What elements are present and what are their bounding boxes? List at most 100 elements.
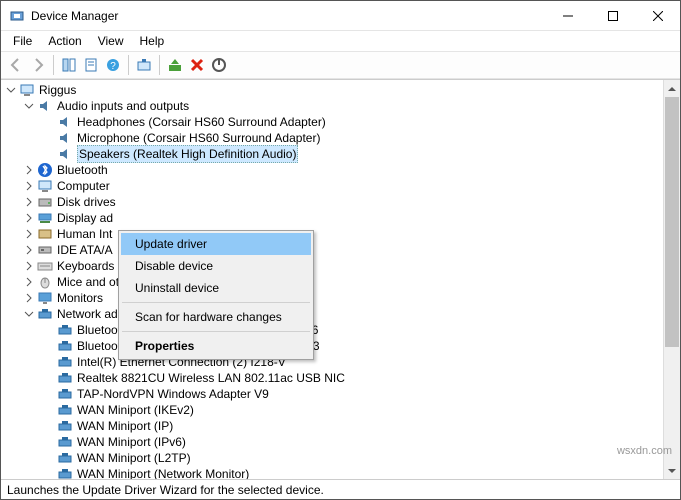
audio-icon (57, 130, 73, 146)
context-update-driver[interactable]: Update driver (121, 233, 311, 255)
close-button[interactable] (635, 1, 680, 31)
tree-root[interactable]: Riggus (1, 82, 662, 98)
chevron-right-icon[interactable] (23, 292, 35, 304)
audio-icon (37, 98, 53, 114)
network-icon (57, 322, 73, 338)
tree-device-network[interactable]: WAN Miniport (IKEv2) (1, 402, 662, 418)
network-icon (57, 450, 73, 466)
chevron-right-icon[interactable] (23, 164, 35, 176)
chevron-down-icon[interactable] (5, 84, 17, 96)
chevron-right-icon[interactable] (23, 212, 35, 224)
tree-category-display[interactable]: Display ad (1, 210, 662, 226)
minimize-button[interactable] (545, 1, 590, 31)
chevron-right-icon[interactable] (23, 180, 35, 192)
tree-device-network[interactable]: Intel(R) Ethernet Connection (2) I218-V (1, 354, 662, 370)
tree-label: Display ad (57, 210, 113, 226)
tree-device-speakers[interactable]: Speakers (Realtek High Definition Audio) (1, 146, 662, 162)
tree-category-computer[interactable]: Computer (1, 178, 662, 194)
context-disable-device[interactable]: Disable device (121, 255, 311, 277)
scroll-up-button[interactable] (664, 80, 680, 97)
chevron-down-icon[interactable] (23, 100, 35, 112)
tree-device-network[interactable]: WAN Miniport (Network Monitor) (1, 466, 662, 479)
tree-device-network[interactable]: Bluetooth Device (RFCOMM Protocol TDI) #… (1, 338, 662, 354)
vertical-scrollbar[interactable] (663, 80, 680, 479)
menu-view[interactable]: View (90, 32, 132, 50)
help-icon-button[interactable]: ? (102, 54, 124, 76)
tree-category-keyboards[interactable]: Keyboards (1, 258, 662, 274)
tree-category-mice[interactable]: Mice and other pointing devices (1, 274, 662, 290)
tree-label: TAP-NordVPN Windows Adapter V9 (77, 386, 269, 402)
back-button[interactable] (5, 54, 27, 76)
tree-label: Speakers (Realtek High Definition Audio) (77, 145, 298, 163)
network-icon (57, 418, 73, 434)
network-icon (57, 466, 73, 479)
hid-icon (37, 226, 53, 242)
chevron-right-icon[interactable] (23, 276, 35, 288)
device-tree[interactable]: Riggus Audio inputs and outputs Headphon… (1, 80, 662, 479)
status-text: Launches the Update Driver Wizard for th… (7, 483, 324, 497)
maximize-button[interactable] (590, 1, 635, 31)
watermark: wsxdn.com (617, 445, 672, 457)
chevron-down-icon[interactable] (23, 308, 35, 320)
scroll-thumb[interactable] (665, 97, 679, 347)
tree-label: Disk drives (57, 194, 116, 210)
svg-text:?: ? (110, 61, 116, 72)
toolbar-separator (159, 55, 160, 75)
chevron-right-icon[interactable] (23, 228, 35, 240)
tree-category-ide[interactable]: IDE ATA/A (1, 242, 662, 258)
context-uninstall-device[interactable]: Uninstall device (121, 277, 311, 299)
tree-label: Microphone (Corsair HS60 Surround Adapte… (77, 130, 320, 146)
toolbar: ? (1, 51, 680, 79)
tree-label: WAN Miniport (IKEv2) (77, 402, 194, 418)
monitor-icon (37, 290, 53, 306)
tree-category-monitors[interactable]: Monitors (1, 290, 662, 306)
context-scan-hardware[interactable]: Scan for hardware changes (121, 306, 311, 328)
tree-label: Monitors (57, 290, 103, 306)
computer-icon (37, 178, 53, 194)
tree-category-network[interactable]: Network adapters (1, 306, 662, 322)
scroll-down-button[interactable] (664, 462, 680, 479)
network-icon (57, 386, 73, 402)
network-icon (37, 306, 53, 322)
chevron-right-icon[interactable] (23, 260, 35, 272)
tree-category-disk[interactable]: Disk drives (1, 194, 662, 210)
audio-icon (57, 146, 73, 162)
network-icon (57, 402, 73, 418)
scan-hardware-button[interactable] (133, 54, 155, 76)
menu-file[interactable]: File (5, 32, 40, 50)
tree-label: Bluetooth (57, 162, 108, 178)
toolbar-separator (128, 55, 129, 75)
menu-help[interactable]: Help (132, 32, 173, 50)
uninstall-button[interactable] (186, 54, 208, 76)
tree-label: Headphones (Corsair HS60 Surround Adapte… (77, 114, 326, 130)
tree-category-audio[interactable]: Audio inputs and outputs (1, 98, 662, 114)
tree-label: WAN Miniport (IP) (77, 418, 173, 434)
tree-label: Human Int (57, 226, 112, 242)
chevron-right-icon[interactable] (23, 244, 35, 256)
ide-icon (37, 242, 53, 258)
menu-action[interactable]: Action (40, 32, 89, 50)
tree-container: Riggus Audio inputs and outputs Headphon… (1, 79, 680, 479)
tree-category-bluetooth[interactable]: Bluetooth (1, 162, 662, 178)
context-properties[interactable]: Properties (121, 335, 311, 357)
disable-button[interactable] (208, 54, 230, 76)
tree-device-network[interactable]: WAN Miniport (L2TP) (1, 450, 662, 466)
tree-device-microphone[interactable]: Microphone (Corsair HS60 Surround Adapte… (1, 130, 662, 146)
tree-label: WAN Miniport (IPv6) (77, 434, 186, 450)
properties-button[interactable] (80, 54, 102, 76)
network-icon (57, 354, 73, 370)
chevron-right-icon[interactable] (23, 196, 35, 208)
tree-device-network[interactable]: Realtek 8821CU Wireless LAN 802.11ac USB… (1, 370, 662, 386)
tree-label: IDE ATA/A (57, 242, 113, 258)
tree-device-network[interactable]: WAN Miniport (IP) (1, 418, 662, 434)
tree-label: Computer (57, 178, 110, 194)
update-driver-button[interactable] (164, 54, 186, 76)
display-icon (37, 210, 53, 226)
tree-device-network[interactable]: TAP-NordVPN Windows Adapter V9 (1, 386, 662, 402)
tree-category-hid[interactable]: Human Int (1, 226, 662, 242)
show-hidden-button[interactable] (58, 54, 80, 76)
tree-device-headphones[interactable]: Headphones (Corsair HS60 Surround Adapte… (1, 114, 662, 130)
forward-button[interactable] (27, 54, 49, 76)
tree-device-network[interactable]: WAN Miniport (IPv6) (1, 434, 662, 450)
tree-device-network[interactable]: Bluetooth Device (Personal Area Network)… (1, 322, 662, 338)
